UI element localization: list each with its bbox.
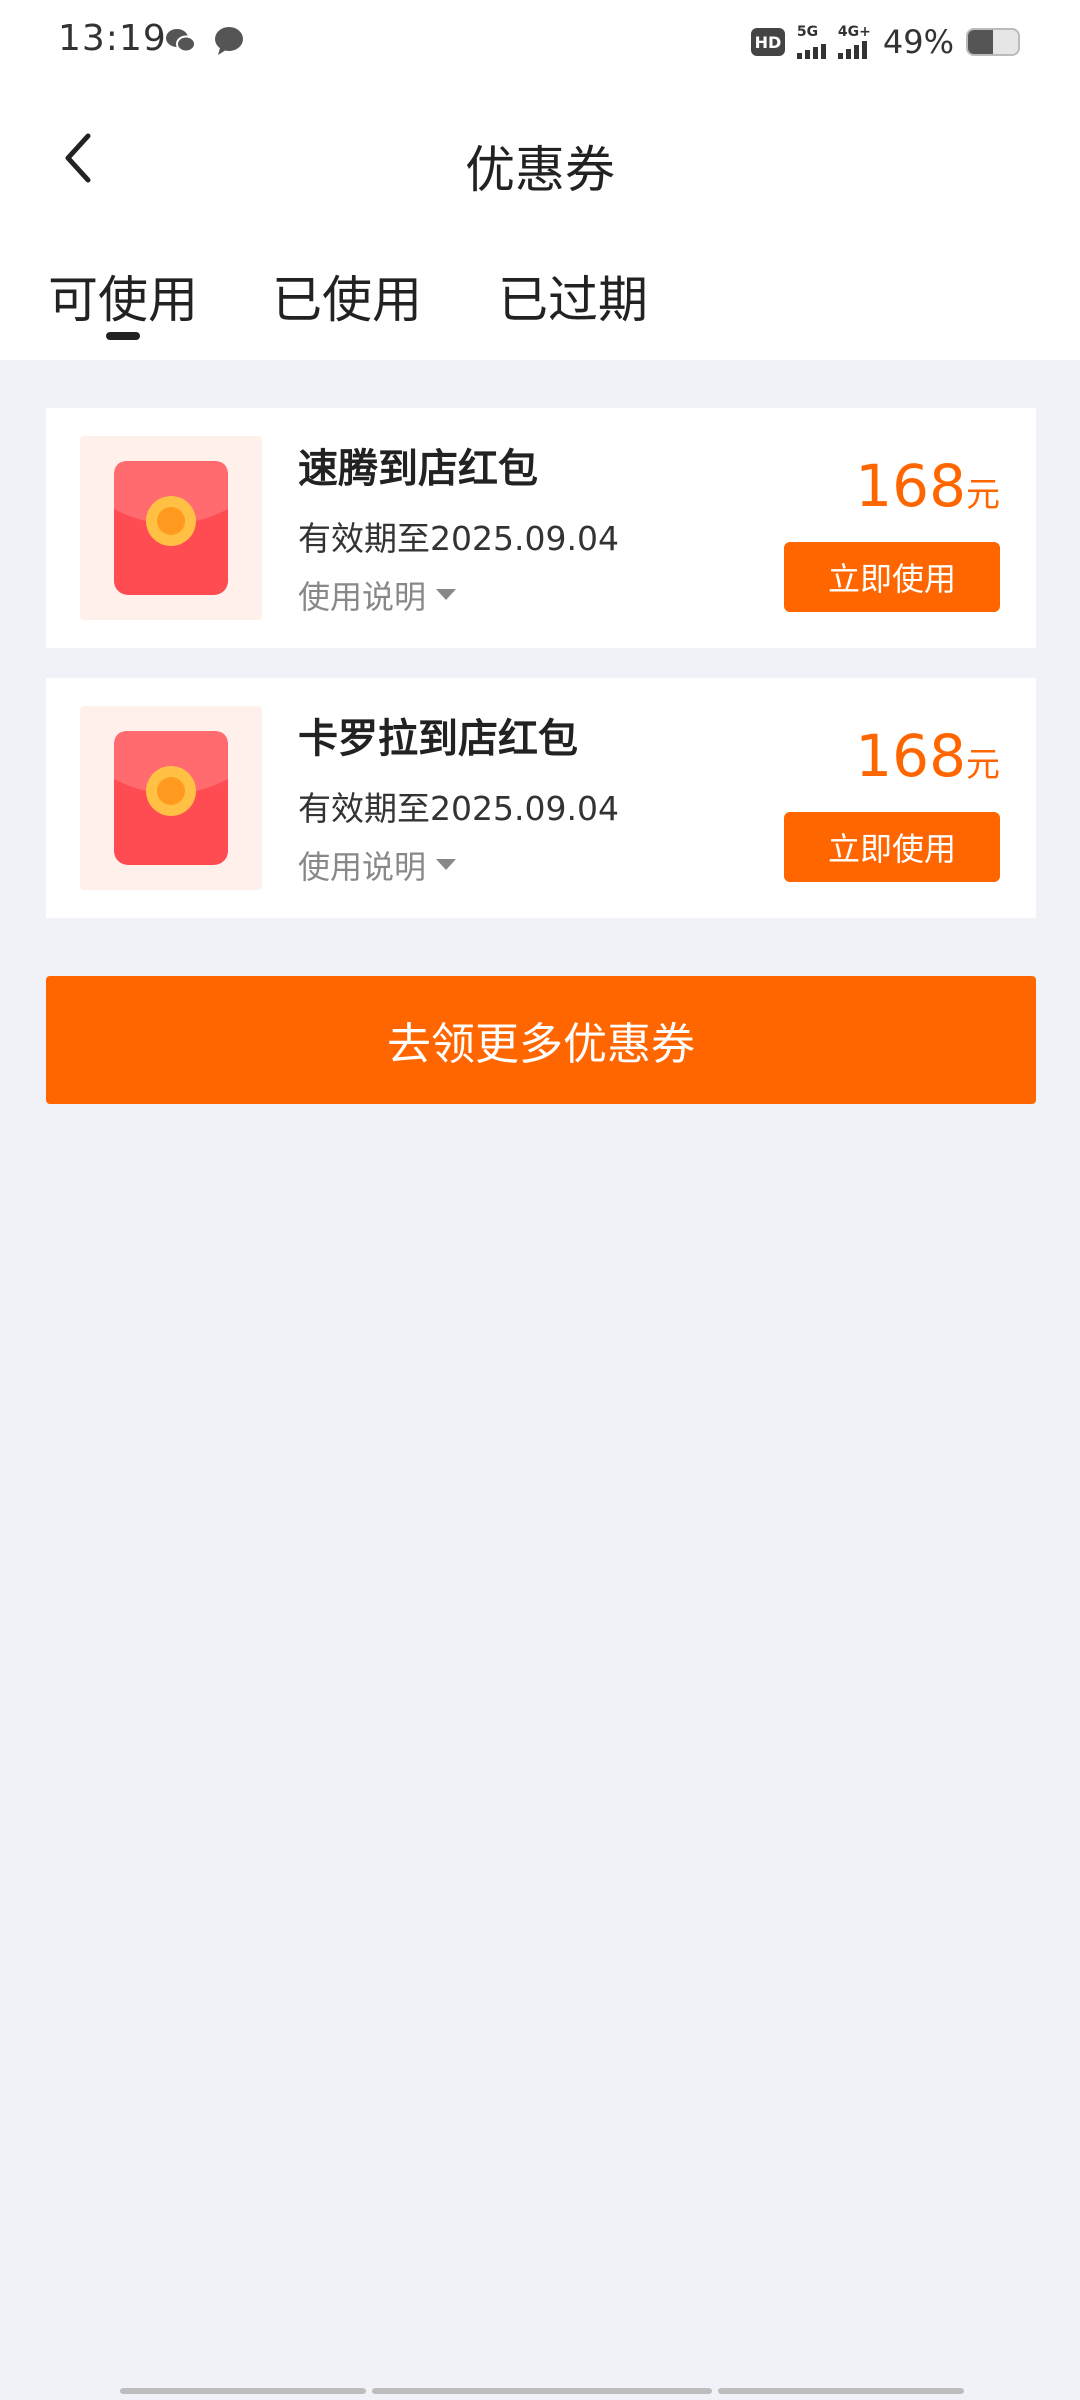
status-bar: 13:19 HD 5G 4G+ 49%	[0, 0, 1080, 84]
coupon-amount: 168 元	[855, 722, 1000, 790]
hd-badge: HD	[750, 28, 785, 56]
red-envelope-icon	[114, 731, 228, 865]
signal-5g: 5G	[796, 24, 826, 59]
coupon-amount: 168 元	[855, 452, 1000, 520]
use-now-button[interactable]: 立即使用	[784, 812, 1000, 882]
coupon-expiry: 有效期至2025.09.04	[298, 519, 619, 558]
tab-active-indicator	[106, 332, 140, 340]
tab-available[interactable]: 可使用	[48, 260, 198, 332]
tab-bar: 可使用 已使用 已过期	[0, 250, 1080, 350]
battery-percent: 49%	[882, 23, 954, 61]
notification-icons	[164, 24, 246, 58]
amount-unit: 元	[966, 745, 1000, 785]
gesture-nav-handle	[120, 2388, 964, 2394]
amount-unit: 元	[966, 475, 1000, 515]
coupon-card: 速腾到店红包 有效期至2025.09.04 使用说明 168 元 立即使用	[46, 408, 1036, 648]
caret-down-icon	[436, 859, 457, 870]
signal-4g: 4G+	[837, 24, 871, 59]
tab-used[interactable]: 已使用	[272, 260, 422, 332]
coupon-thumbnail	[80, 436, 262, 620]
header: 优惠券	[0, 100, 1080, 220]
usage-instructions-toggle[interactable]: 使用说明	[298, 572, 457, 618]
usage-instructions-label: 使用说明	[298, 578, 427, 616]
battery-icon	[966, 28, 1020, 56]
tab-expired[interactable]: 已过期	[498, 260, 648, 332]
usage-instructions-label: 使用说明	[298, 848, 427, 886]
coupon-page: 13:19 HD 5G 4G+ 49% 优惠券 可使用 已使用 已过期 速腾到店…	[0, 0, 1080, 2400]
use-now-button[interactable]: 立即使用	[784, 542, 1000, 612]
message-icon	[215, 27, 243, 55]
red-envelope-icon	[114, 461, 228, 595]
coupon-name: 卡罗拉到店红包	[298, 716, 578, 762]
wechat-icon	[166, 29, 196, 53]
status-time: 13:19	[58, 18, 167, 59]
usage-instructions-toggle[interactable]: 使用说明	[298, 842, 457, 888]
signal-4g-label: 4G+	[837, 24, 871, 40]
caret-down-icon	[436, 589, 457, 600]
get-more-coupons-button[interactable]: 去领更多优惠券	[46, 976, 1036, 1104]
signal-bars-icon	[796, 39, 826, 59]
coupon-thumbnail	[80, 706, 262, 890]
status-right: HD 5G 4G+ 49%	[750, 18, 1020, 66]
top-area: 13:19 HD 5G 4G+ 49% 优惠券 可使用 已使用 已过期	[0, 0, 1080, 360]
battery-fill	[968, 30, 993, 54]
amount-value: 168	[855, 452, 966, 520]
coupon-name: 速腾到店红包	[298, 446, 538, 492]
coupon-card: 卡罗拉到店红包 有效期至2025.09.04 使用说明 168 元 立即使用	[46, 678, 1036, 918]
amount-value: 168	[855, 722, 966, 790]
coupon-expiry: 有效期至2025.09.04	[298, 789, 619, 828]
signal-bars-icon	[837, 39, 867, 59]
page-title: 优惠券	[465, 141, 615, 199]
signal-5g-label: 5G	[796, 24, 819, 40]
